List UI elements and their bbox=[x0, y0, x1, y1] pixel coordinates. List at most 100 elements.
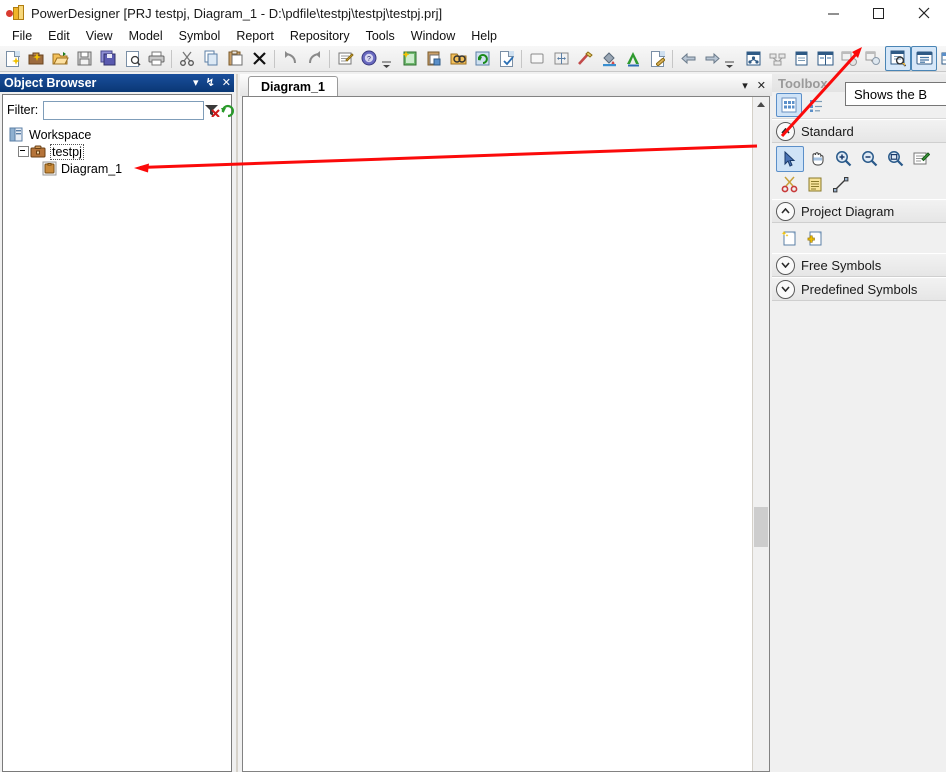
tab-label: Diagram_1 bbox=[261, 80, 325, 94]
object-tree: Workspace testpj Diagram_1 bbox=[3, 122, 231, 177]
menu-report[interactable]: Report bbox=[228, 27, 282, 46]
canvas-vertical-scrollbar[interactable] bbox=[752, 97, 769, 771]
zoom-in-icon[interactable] bbox=[830, 146, 856, 170]
menu-repository[interactable]: Repository bbox=[282, 27, 358, 46]
tree-node-workspace[interactable]: Workspace bbox=[7, 126, 231, 143]
tree-expander-testpj[interactable] bbox=[17, 146, 29, 158]
new-document-icon[interactable] bbox=[0, 47, 24, 70]
link-icon[interactable] bbox=[828, 172, 854, 196]
tree-node-testpj[interactable]: testpj bbox=[7, 143, 231, 160]
menu-symbol[interactable]: Symbol bbox=[171, 27, 229, 46]
menu-window[interactable]: Window bbox=[403, 27, 463, 46]
panel-pin-icon[interactable]: ↯ bbox=[206, 77, 215, 89]
menu-edit[interactable]: Edit bbox=[40, 27, 78, 46]
paste-icon[interactable] bbox=[223, 47, 247, 70]
print-icon[interactable] bbox=[144, 47, 168, 70]
minimize-button[interactable] bbox=[811, 0, 856, 26]
copy-icon[interactable] bbox=[199, 47, 223, 70]
save-all-icon[interactable] bbox=[96, 47, 120, 70]
result-list-icon[interactable] bbox=[789, 47, 813, 70]
tab-diagram-1[interactable]: Diagram_1 bbox=[248, 76, 338, 97]
font-color-icon[interactable] bbox=[621, 47, 645, 70]
menu-help[interactable]: Help bbox=[463, 27, 505, 46]
powerdesigner-app-icon bbox=[6, 5, 24, 21]
panel-menu-icon[interactable]: ▾ bbox=[193, 77, 199, 89]
diagram-canvas[interactable] bbox=[244, 98, 751, 770]
chevron-up-icon bbox=[776, 201, 795, 221]
output-window-icon[interactable] bbox=[911, 46, 937, 71]
menu-tools[interactable]: Tools bbox=[358, 27, 403, 46]
refresh-filter-icon[interactable] bbox=[220, 101, 235, 120]
new-project-icon[interactable] bbox=[24, 47, 48, 70]
filter-input[interactable] bbox=[43, 100, 205, 120]
delete-icon[interactable] bbox=[247, 47, 271, 70]
find-object-icon[interactable] bbox=[446, 47, 470, 70]
object-browser-title: Object Browser bbox=[4, 76, 97, 90]
properties-icon[interactable] bbox=[333, 47, 357, 70]
zoom-area-icon[interactable] bbox=[882, 146, 908, 170]
window-controls bbox=[811, 0, 946, 26]
print-preview-icon[interactable] bbox=[120, 47, 144, 70]
scrollbar-thumb[interactable] bbox=[754, 507, 768, 547]
check-model-icon[interactable] bbox=[494, 47, 518, 70]
cut-icon[interactable] bbox=[175, 47, 199, 70]
toolbox-section-label-predefined-symbols: Predefined Symbols bbox=[801, 281, 918, 297]
menu-view[interactable]: View bbox=[78, 27, 121, 46]
pointer-icon[interactable] bbox=[776, 146, 804, 172]
compare-models-icon[interactable] bbox=[813, 47, 837, 70]
refresh-icon[interactable] bbox=[470, 47, 494, 70]
grid-view-icon[interactable] bbox=[937, 47, 946, 70]
fill-color-icon[interactable] bbox=[597, 47, 621, 70]
clear-filter-icon[interactable] bbox=[204, 101, 220, 120]
delete-scissors-icon[interactable] bbox=[776, 172, 802, 196]
help-icon[interactable]: ? bbox=[357, 47, 381, 70]
save-icon[interactable] bbox=[72, 47, 96, 70]
tab-close-icon[interactable]: ✕ bbox=[757, 79, 766, 92]
new-diagram-icon[interactable] bbox=[398, 47, 422, 70]
toolbox-section-predefined-symbols[interactable]: Predefined Symbols bbox=[772, 277, 946, 301]
project-briefcase-icon bbox=[30, 144, 47, 159]
maximize-button[interactable] bbox=[856, 0, 901, 26]
main-toolbar: ? bbox=[0, 46, 946, 72]
tree-node-diagram-1[interactable]: Diagram_1 bbox=[7, 160, 231, 177]
window-title: PowerDesigner [PRJ testpj, Diagram_1 - D… bbox=[31, 5, 443, 21]
svg-text:?: ? bbox=[367, 56, 371, 63]
model-view-icon[interactable] bbox=[741, 47, 765, 70]
undo-icon[interactable] bbox=[278, 47, 302, 70]
toolbox-section-standard[interactable]: Standard bbox=[772, 119, 946, 143]
new-model-icon[interactable] bbox=[776, 226, 802, 250]
panel-close-icon[interactable]: ✕ bbox=[222, 77, 231, 89]
toolbox-section-free-symbols[interactable]: Free Symbols bbox=[772, 253, 946, 277]
zoom-out-icon[interactable] bbox=[856, 146, 882, 170]
grabber-hand-icon[interactable] bbox=[804, 146, 830, 170]
impact-analysis-icon[interactable] bbox=[861, 47, 885, 70]
merge-models-icon[interactable] bbox=[837, 47, 861, 70]
toolbar-overflow-2[interactable] bbox=[724, 46, 735, 72]
redo-icon[interactable] bbox=[302, 47, 326, 70]
close-button[interactable] bbox=[901, 0, 946, 26]
line-style-icon[interactable] bbox=[573, 47, 597, 70]
open-folder-icon[interactable] bbox=[48, 47, 72, 70]
scroll-up-arrow-icon[interactable] bbox=[753, 97, 769, 113]
resize-symbol-icon[interactable] bbox=[549, 47, 573, 70]
icon-view-icon[interactable] bbox=[776, 93, 802, 117]
powerdesigner-window: PowerDesigner [PRJ testpj, Diagram_1 - D… bbox=[0, 0, 946, 772]
tab-list-menu-icon[interactable]: ▾ bbox=[742, 79, 748, 92]
format-icon[interactable] bbox=[645, 47, 669, 70]
rectangle-symbol-icon[interactable] bbox=[525, 47, 549, 70]
paste-special-icon[interactable] bbox=[422, 47, 446, 70]
toolbar-overflow-1[interactable] bbox=[381, 46, 392, 72]
dependency-view-icon[interactable] bbox=[765, 47, 789, 70]
send-backward-icon[interactable] bbox=[676, 47, 700, 70]
browser-toggle-icon[interactable] bbox=[885, 46, 911, 71]
menu-file[interactable]: File bbox=[4, 27, 40, 46]
toolbar-group-views bbox=[741, 46, 946, 71]
bring-forward-icon[interactable] bbox=[700, 47, 724, 70]
title-bar: PowerDesigner [PRJ testpj, Diagram_1 - D… bbox=[0, 0, 946, 27]
properties-note-icon[interactable] bbox=[908, 146, 934, 170]
add-document-icon[interactable] bbox=[802, 226, 828, 250]
note-icon[interactable] bbox=[802, 172, 828, 196]
toolbox-section-project-diagram[interactable]: Project Diagram bbox=[772, 199, 946, 223]
menu-model[interactable]: Model bbox=[121, 27, 171, 46]
list-view-icon[interactable] bbox=[804, 94, 828, 116]
